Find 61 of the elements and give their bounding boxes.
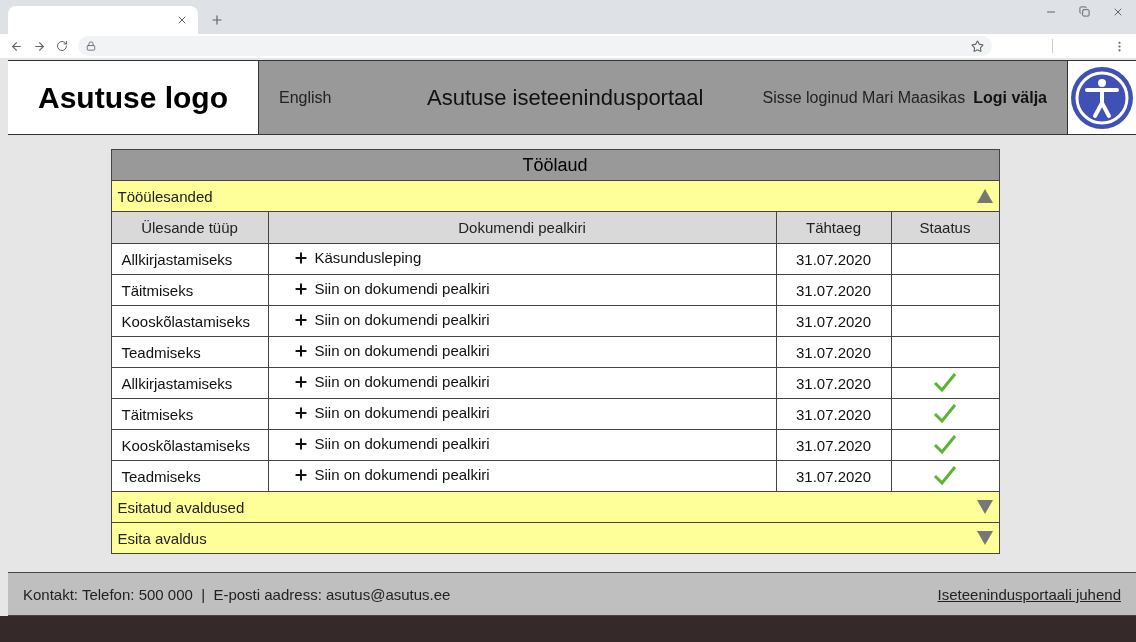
section-header[interactable]: Esitatud avaldused [111,492,999,523]
table-cell: 31.07.2020 [776,243,891,275]
logo: Asutuse logo [8,61,259,134]
plus-icon[interactable] [292,466,309,483]
logged-in-user: Sisse loginud Mari Maasikas [762,88,966,107]
section-header[interactable]: Esita avaldus [111,523,999,553]
logout-link[interactable]: Logi välja [973,88,1047,107]
back-icon[interactable] [10,39,23,53]
contact-info: Kontakt: Telefon: 500 000 | E-posti aadress: asutus@asutus.ee [23,585,451,603]
table-cell: 31.07.2020 [776,460,891,492]
expand-triangle-icon[interactable] [976,500,993,514]
document-link[interactable]: Siin on dokumendi pealkiri [314,435,490,453]
expand-triangle-icon[interactable] [976,531,993,545]
language-link[interactable]: English [279,88,427,107]
section-title: Esitatud avaldused [117,498,245,516]
star-icon[interactable] [971,39,984,53]
section-title: Tööülesanded [117,187,213,205]
document-link[interactable]: Siin on dokumendi pealkiri [314,466,490,484]
plus-icon[interactable] [292,249,309,266]
dashboard-title: Töölaud [111,150,999,181]
document-link[interactable]: Siin on dokumendi pealkiri [314,311,490,329]
document-link[interactable]: Siin on dokumendi pealkiri [314,373,490,391]
column-header: Dokumendi pealkiri [268,212,776,244]
column-header: Tähtaeg [776,212,891,244]
table-cell: 31.07.2020 [776,367,891,399]
lock-icon [86,41,96,51]
section-title: Esita avaldus [117,529,207,547]
section-header[interactable]: Tööülesanded [111,181,999,212]
table-cell: 31.07.2020 [776,429,891,461]
plus-icon[interactable] [292,311,309,328]
restore-icon[interactable] [1079,6,1090,18]
table-cell: Allkirjastamiseks [111,367,268,399]
table-cell: Teadmiseks [111,460,268,492]
close-icon[interactable] [176,14,188,26]
forward-icon[interactable] [33,39,46,53]
plus-icon[interactable] [292,435,309,452]
plus-icon[interactable] [292,280,309,297]
table-cell: Allkirjastamiseks [111,243,268,275]
table-cell: Täitmiseks [111,398,268,430]
table-cell: 31.07.2020 [776,274,891,306]
plus-icon[interactable] [292,342,309,359]
guide-link[interactable]: Iseteenindusportaali juhend [937,585,1121,603]
table-cell: 31.07.2020 [776,305,891,337]
column-header: Ülesande tüüp [111,212,268,244]
document-link[interactable]: Käsundusleping [314,249,422,267]
collapse-triangle-icon[interactable] [976,189,993,203]
column-header: Staatus [891,212,999,244]
table-cell: Kooskõlastamiseks [111,305,268,337]
reload-icon[interactable] [56,40,68,52]
plus-icon[interactable] [292,373,309,390]
table-cell: 31.07.2020 [776,398,891,430]
document-link[interactable]: Siin on dokumendi pealkiri [314,404,490,422]
close-icon[interactable] [1112,6,1124,18]
portal-title: Asutuse iseteenindusportaal [427,84,704,111]
table-cell: Teadmiseks [111,336,268,368]
table-cell: 31.07.2020 [776,336,891,368]
table-cell: Kooskõlastamiseks [111,429,268,461]
plus-icon[interactable] [292,404,309,421]
table-cell: Täitmiseks [111,274,268,306]
document-link[interactable]: Siin on dokumendi pealkiri [314,280,490,298]
document-link[interactable]: Siin on dokumendi pealkiri [314,342,490,360]
